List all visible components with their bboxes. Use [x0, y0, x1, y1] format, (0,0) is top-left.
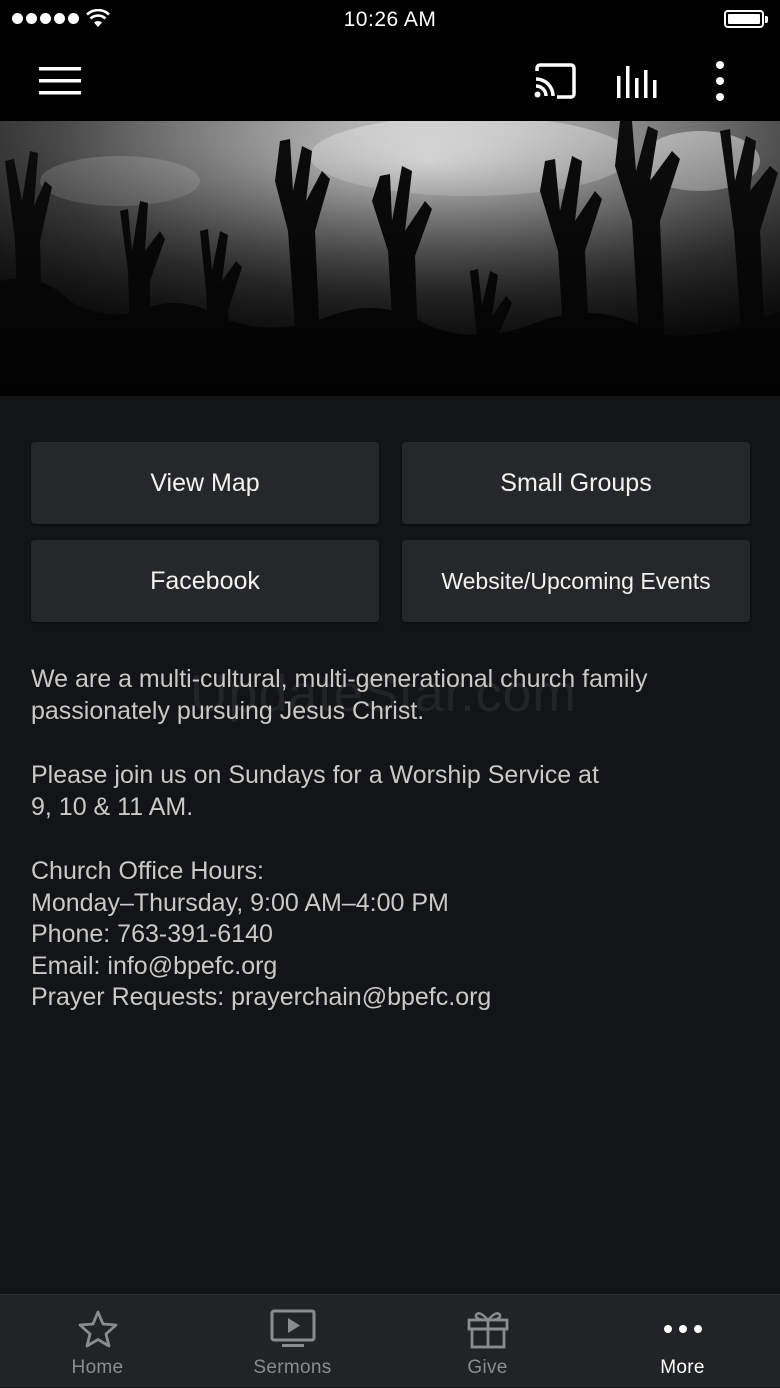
dots-icon	[585, 1309, 780, 1349]
vertical-dots-icon[interactable]	[700, 40, 740, 121]
tab-home[interactable]: Home	[0, 1295, 195, 1388]
gift-icon	[390, 1309, 585, 1349]
bottom-tab-bar: Home Sermons Give More	[0, 1294, 780, 1387]
office-hours-heading: Church Office Hours:	[31, 857, 264, 885]
battery-icon	[724, 10, 768, 28]
cast-icon[interactable]	[528, 40, 582, 121]
church-description: We are a multi-cultural, multi-generatio…	[31, 664, 751, 1014]
view-map-button[interactable]: View Map	[31, 442, 379, 524]
prayer-requests-line: Prayer Requests: prayerchain@bpefc.org	[31, 983, 492, 1011]
app-toolbar	[0, 40, 780, 121]
service-times-line: Please join us on Sundays for a Worship …	[31, 761, 599, 789]
status-bar: 10:26 AM	[0, 0, 780, 40]
tab-label: Sermons	[253, 1357, 332, 1378]
main-content: View Map Small Groups Facebook Website/U…	[0, 396, 780, 1294]
website-upcoming-events-button[interactable]: Website/Upcoming Events	[402, 540, 750, 622]
status-time: 10:26 AM	[343, 8, 437, 31]
office-hours-line: Monday–Thursday, 9:00 AM–4:00 PM	[31, 888, 449, 917]
play-screen-icon	[195, 1309, 390, 1349]
tab-give[interactable]: Give	[390, 1295, 585, 1388]
tab-label: Home	[71, 1357, 124, 1378]
audio-levels-icon[interactable]	[612, 40, 664, 121]
tab-sermons[interactable]: Sermons	[195, 1295, 390, 1388]
description-line: We are a multi-cultural, multi-generatio…	[31, 665, 648, 693]
description-line: passionately pursuing Jesus Christ.	[31, 696, 425, 725]
phone-line: Phone: 763-391-6140	[31, 920, 273, 948]
small-groups-button[interactable]: Small Groups	[402, 442, 750, 524]
hero-image	[0, 121, 780, 396]
service-times-line: 9, 10 & 11 AM.	[31, 792, 194, 821]
tab-label: More	[660, 1357, 705, 1378]
tab-label: Give	[467, 1357, 508, 1378]
facebook-button[interactable]: Facebook	[31, 540, 379, 622]
email-line: Email: info@bpefc.org	[31, 951, 278, 980]
hamburger-menu-icon[interactable]	[30, 40, 90, 121]
star-icon	[0, 1309, 195, 1349]
tab-more[interactable]: More	[585, 1295, 780, 1388]
